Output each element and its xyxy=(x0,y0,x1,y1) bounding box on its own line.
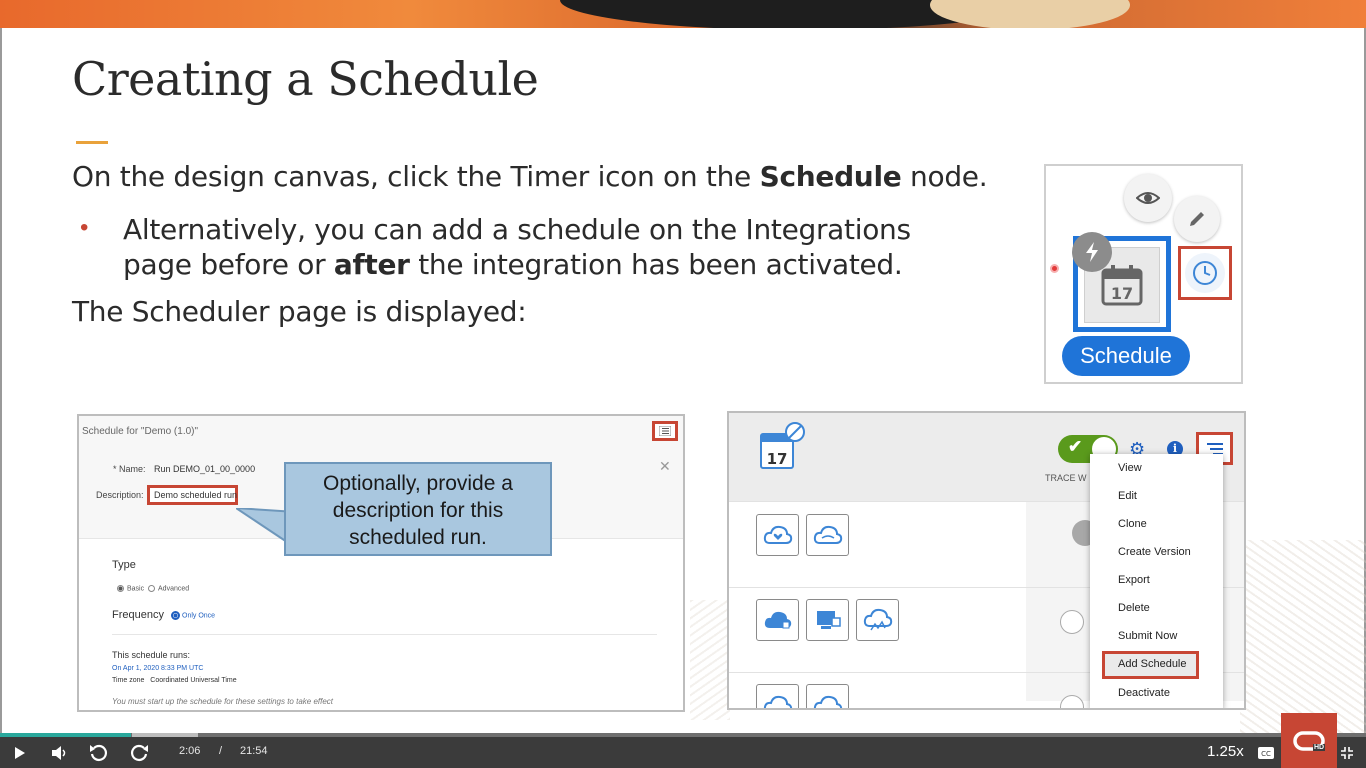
scheduler-page-line: The Scheduler page is displayed: xyxy=(72,295,527,328)
schedule-note: You must start up the schedule for these… xyxy=(112,697,334,706)
instruction-text: On the design canvas, click the Timer ic… xyxy=(72,160,760,193)
close-icon[interactable]: ✕ xyxy=(659,458,671,475)
bullet-text: Alternatively, you can add a schedule on… xyxy=(123,212,973,282)
cloud-upload-icon[interactable] xyxy=(756,599,799,641)
form-title: Schedule for "Demo (1.0)" xyxy=(82,426,199,437)
bullet-marker: • xyxy=(80,214,89,241)
cloud-icon[interactable] xyxy=(806,514,849,556)
type-radio-group: Basic Advanced xyxy=(117,585,189,592)
captions-icon[interactable]: CC xyxy=(1256,737,1276,768)
form-menu-icon[interactable] xyxy=(652,421,678,441)
menu-item-add-schedule[interactable]: Add Schedule xyxy=(1118,658,1187,670)
schedule-node-figure: 17 Schedule xyxy=(1044,164,1243,384)
current-time: 2:06 xyxy=(179,745,201,757)
video-slide-stage: Creating a Schedule On the design canvas… xyxy=(0,0,1366,768)
decorative-texture xyxy=(1240,540,1366,740)
callout-line-2: description for this xyxy=(332,499,504,522)
check-icon: ✔ xyxy=(1068,437,1083,456)
basic-radio-label: Basic xyxy=(127,585,145,593)
timer-button-highlight[interactable] xyxy=(1178,246,1232,300)
menu-item-view[interactable]: View xyxy=(1118,462,1142,474)
forward-icon[interactable] xyxy=(126,737,152,768)
description-callout: Optionally, provide a description for th… xyxy=(284,462,552,556)
row-radio[interactable] xyxy=(1060,610,1084,634)
menu-item-clone[interactable]: Clone xyxy=(1118,518,1147,530)
bullet-text-bold: after xyxy=(333,248,410,281)
schedule-runs-label: This schedule runs: xyxy=(112,650,191,660)
server-icon[interactable] xyxy=(806,599,849,641)
name-value[interactable]: Run DEMO_01_00_0000 xyxy=(154,464,255,474)
menu-item-delete[interactable]: Delete xyxy=(1118,602,1150,614)
only-once-label: Only Once xyxy=(182,612,216,620)
callout-line-1: Optionally, provide a xyxy=(323,472,513,495)
duration: 21:54 xyxy=(240,745,268,757)
instruction-line: On the design canvas, click the Timer ic… xyxy=(72,160,988,193)
video-player-controls: 2:06 / 21:54 1.25x CC xyxy=(0,737,1366,768)
slide-title: Creating a Schedule xyxy=(72,52,539,106)
integrations-menu-screenshot: 17 ✔ ⚙ i TRACE W View Edit Clone Create … xyxy=(727,411,1246,710)
frequency-divider xyxy=(112,634,657,635)
bullet-text-post: the integration has been activated. xyxy=(409,248,903,281)
basic-radio[interactable] xyxy=(117,585,124,592)
time-separator: / xyxy=(219,745,223,757)
svg-text:17: 17 xyxy=(1111,284,1133,303)
schedule-runs-date: On Apr 1, 2020 8:33 PM UTC xyxy=(112,665,204,672)
lightning-icon[interactable] xyxy=(1072,232,1112,272)
description-label: Description: xyxy=(96,490,144,500)
title-accent-bar xyxy=(76,141,108,144)
timezone-row: Time zone Coordinated Universal Time xyxy=(112,677,237,684)
menu-item-submit-now[interactable]: Submit Now xyxy=(1118,630,1177,642)
menu-item-create-version[interactable]: Create Version xyxy=(1118,546,1191,558)
instruction-suffix: node. xyxy=(901,160,988,193)
menu-item-deactivate[interactable]: Deactivate xyxy=(1118,687,1170,699)
type-label: Type xyxy=(112,559,136,571)
cloud-heart-icon[interactable] xyxy=(756,514,799,556)
description-field[interactable]: Demo scheduled run xyxy=(147,485,238,505)
cloud-analytics-icon[interactable] xyxy=(856,599,899,641)
callout-line-3: scheduled run. xyxy=(349,526,487,549)
playback-speed[interactable]: 1.25x xyxy=(1207,743,1244,760)
svg-text:CC: CC xyxy=(1261,750,1271,758)
cloud-icon[interactable] xyxy=(756,684,799,708)
slide-left-border xyxy=(0,28,2,738)
svg-text:17: 17 xyxy=(767,450,788,468)
frequency-option[interactable]: Only Once xyxy=(171,611,215,620)
menu-item-export[interactable]: Export xyxy=(1118,574,1150,586)
cloud-icon[interactable] xyxy=(806,684,849,708)
schedule-node-label: Schedule xyxy=(1062,336,1190,376)
frequency-label: Frequency xyxy=(112,609,164,621)
hd-badge: HD xyxy=(1313,744,1326,751)
decorative-texture-small xyxy=(690,600,730,720)
trace-label: TRACE W xyxy=(1045,473,1087,483)
pencil-icon[interactable] xyxy=(1174,196,1220,242)
rewind-icon[interactable] xyxy=(86,737,112,768)
timer-icon[interactable] xyxy=(1185,253,1225,293)
name-label: * Name: xyxy=(113,464,146,474)
advanced-radio-label: Advanced xyxy=(158,585,190,593)
only-once-radio[interactable] xyxy=(171,611,180,620)
eye-icon[interactable] xyxy=(1124,174,1172,222)
schedule-form-screenshot: Schedule for "Demo (1.0)" ✕ * Name: Run … xyxy=(77,414,685,712)
play-icon[interactable] xyxy=(10,737,30,768)
timezone-value: Coordinated Universal Time xyxy=(150,677,237,684)
volume-icon[interactable] xyxy=(48,737,72,768)
exit-fullscreen-icon[interactable] xyxy=(1337,737,1357,768)
decorative-top-band xyxy=(0,0,1366,28)
actions-dropdown-menu: View Edit Clone Create Version Export De… xyxy=(1090,454,1223,708)
oracle-logo-icon xyxy=(1281,713,1337,768)
scheduled-calendar-icon: 17 xyxy=(759,422,807,476)
instruction-bold: Schedule xyxy=(759,160,902,193)
timezone-label: Time zone xyxy=(112,677,145,684)
menu-item-edit[interactable]: Edit xyxy=(1118,490,1137,502)
cursor-pointer-dot xyxy=(1050,264,1059,273)
advanced-radio[interactable] xyxy=(148,585,156,592)
